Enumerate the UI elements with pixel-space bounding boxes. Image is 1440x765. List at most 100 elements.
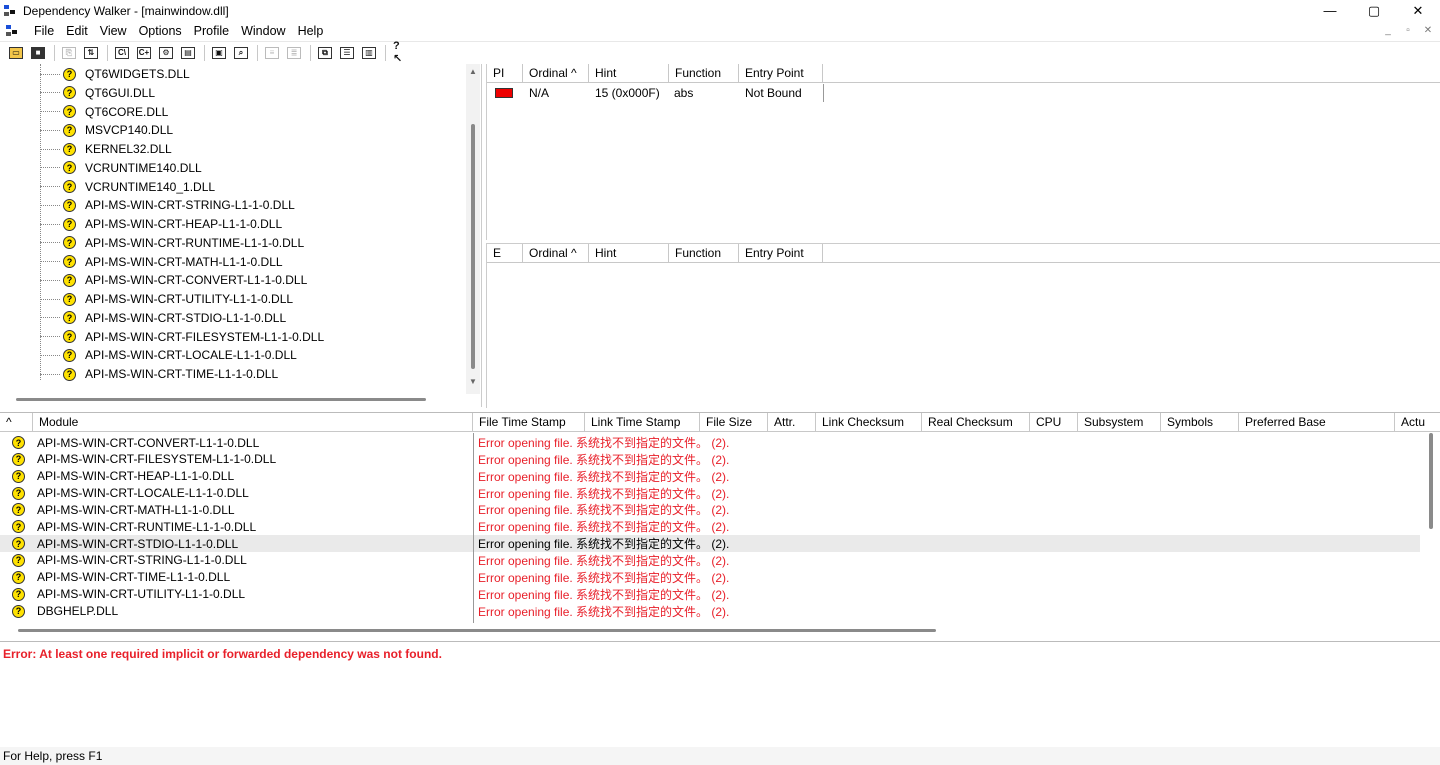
tree-item[interactable]: ? API-MS-WIN-CRT-RUNTIME-L1-1-0.DLL [40,234,304,252]
tree-item[interactable]: ? VCRUNTIME140.DLL [40,159,202,177]
table-row[interactable]: ? API-MS-WIN-CRT-CONVERT-L1-1-0.DLL Error … [0,434,1420,451]
undecorate-c-icon[interactable]: C\ [112,44,132,62]
tree-item[interactable]: ? VCRUNTIME140_1.DLL [40,178,215,196]
module-name[interactable]: API-MS-WIN-CRT-STRING-L1-1-0.DLL [37,552,247,569]
col-header-attr[interactable]: Attr. [768,413,816,432]
cascade-icon[interactable]: ⧉ [315,44,335,62]
col-header-e[interactable]: E [487,244,523,263]
import-hint[interactable]: 15 (0x000F) [595,84,660,102]
col-header-file-time-stamp[interactable]: File Time Stamp [473,413,585,432]
minimize-button[interactable]: — [1308,0,1352,21]
table-row[interactable]: ? API-MS-WIN-CRT-FILESYSTEM-L1-1-0.DLL Err… [0,451,1420,468]
full-paths-icon[interactable]: ⇅ [81,44,101,62]
table-row[interactable]: ? API-MS-WIN-CRT-UTILITY-L1-1-0.DLL Error … [0,586,1420,603]
module-name[interactable]: API-MS-WIN-CRT-FILESYSTEM-L1-1-0.DLL [37,451,276,468]
collapse-icon[interactable]: ≣ [284,44,304,62]
dependency-tree-pane[interactable]: ? QT6WIDGETS.DLL? QT6GUI.DLL? QT6CORE.DLL? M… [0,64,482,407]
tree-item[interactable]: ? API-MS-WIN-CRT-CONVERT-L1-1-0.DLL [40,271,307,289]
module-scroll-thumb[interactable] [1429,433,1433,529]
tree-horizontal-scrollbar[interactable] [16,398,426,401]
scroll-up-icon[interactable]: ▲ [469,67,477,76]
col-header-hint[interactable]: Hint [589,244,669,263]
import-entry-point[interactable]: Not Bound [745,84,802,102]
tree-item[interactable]: ? API-MS-WIN-CRT-STDIO-L1-1-0.DLL [40,309,286,327]
col-header-pi[interactable]: PI [487,64,523,83]
tree-item[interactable]: ? QT6GUI.DLL [40,84,155,102]
menu-window[interactable]: Window [235,24,291,38]
tree-item[interactable]: ? QT6WIDGETS.DLL [40,65,190,83]
import-ordinal[interactable]: N/A [529,84,549,102]
module-vertical-scrollbar[interactable] [1424,433,1438,623]
tree-item[interactable]: ? API-MS-WIN-CRT-UTILITY-L1-1-0.DLL [40,290,293,308]
module-name[interactable]: API-MS-WIN-CRT-RUNTIME-L1-1-0.DLL [37,518,256,535]
table-row[interactable]: ? API-MS-WIN-CRT-HEAP-L1-1-0.DLL Error ope… [0,468,1420,485]
undecorate-cpp-icon[interactable]: C+ [134,44,154,62]
menu-view[interactable]: View [94,24,133,38]
copy-icon[interactable]: ⎘ [59,44,79,62]
col-header-entry-point[interactable]: Entry Point [739,244,823,263]
menu-edit[interactable]: Edit [60,24,94,38]
maximize-button[interactable]: ▢ [1352,0,1396,21]
save-icon[interactable]: ■ [28,44,48,62]
menu-profile[interactable]: Profile [188,24,235,38]
col-header-ordinal[interactable]: Ordinal ^ [523,64,589,83]
col-header-subsystem[interactable]: Subsystem [1078,413,1161,432]
profile-icon[interactable]: ⚙ [156,44,176,62]
module-name[interactable]: API-MS-WIN-CRT-STDIO-L1-1-0.DLL [37,535,238,552]
col-header-real-checksum[interactable]: Real Checksum [922,413,1030,432]
open-icon[interactable]: ▭ [6,44,26,62]
expand-icon[interactable]: ≡ [262,44,282,62]
table-row[interactable]: ? API-MS-WIN-CRT-LOCALE-L1-1-0.DLL Error o… [0,485,1420,502]
module-name[interactable]: DBGHELP.DLL [37,603,118,620]
close-button[interactable]: ✕ [1396,0,1440,21]
menu-options[interactable]: Options [133,24,188,38]
export-functions-pane[interactable]: E Ordinal ^ Hint Function Entry Point [486,243,1440,408]
module-name[interactable]: API-MS-WIN-CRT-MATH-L1-1-0.DLL [37,501,235,518]
module-horizontal-scrollbar[interactable] [18,629,936,632]
col-header-function[interactable]: Function [669,244,739,263]
col-header-file-size[interactable]: File Size [700,413,768,432]
mdi-document-icon[interactable] [6,25,22,37]
system-info-icon[interactable]: ▣ [209,44,229,62]
mdi-restore-button[interactable]: ▫ [1400,23,1416,37]
tree-item[interactable]: ? API-MS-WIN-CRT-FILESYSTEM-L1-1-0.DLL [40,328,324,346]
find-icon[interactable]: ⌕ [231,44,251,62]
tree-item[interactable]: ? API-MS-WIN-CRT-LOCALE-L1-1-0.DLL [40,346,297,364]
module-name[interactable]: API-MS-WIN-CRT-TIME-L1-1-0.DLL [37,569,230,586]
table-row[interactable]: ? API-MS-WIN-CRT-STDIO-L1-1-0.DLL Error op… [0,535,1420,553]
help-icon[interactable]: ?↖ [390,40,410,65]
tree-item[interactable]: ? KERNEL32.DLL [40,140,172,158]
mdi-close-button[interactable]: ✕ [1420,23,1436,37]
col-header-entry-point[interactable]: Entry Point [739,64,823,83]
table-row[interactable]: ? API-MS-WIN-CRT-RUNTIME-L1-1-0.DLL Error … [0,518,1420,535]
module-list-pane[interactable]: ^ Module File Time Stamp Link Time Stamp… [0,412,1440,637]
module-name[interactable]: API-MS-WIN-CRT-CONVERT-L1-1-0.DLL [37,434,259,451]
tree-item[interactable]: ? API-MS-WIN-CRT-STRING-L1-1-0.DLL [40,196,295,214]
table-row[interactable]: ? API-MS-WIN-CRT-MATH-L1-1-0.DLL Error ope… [0,501,1420,518]
col-header-link-checksum[interactable]: Link Checksum [816,413,922,432]
menu-help[interactable]: Help [292,24,330,38]
tile-vertical-icon[interactable]: ▥ [359,44,379,62]
tree-item[interactable]: ? API-MS-WIN-CRT-MATH-L1-1-0.DLL [40,253,283,271]
import-function[interactable]: abs [674,84,693,102]
tile-horizontal-icon[interactable]: ☰ [337,44,357,62]
col-header-link-time-stamp[interactable]: Link Time Stamp [585,413,700,432]
col-header-ordinal[interactable]: Ordinal ^ [523,244,589,263]
properties-icon[interactable]: ▤ [178,44,198,62]
col-header-sort[interactable]: ^ [0,413,33,432]
table-row[interactable]: ? API-MS-WIN-CRT-TIME-L1-1-0.DLL Error ope… [0,569,1420,586]
col-header-cpu[interactable]: CPU [1030,413,1078,432]
menu-file[interactable]: File [28,24,60,38]
col-header-module[interactable]: Module [33,413,473,432]
tree-item[interactable]: ? API-MS-WIN-CRT-TIME-L1-1-0.DLL [40,365,278,383]
tree-item[interactable]: ? API-MS-WIN-CRT-HEAP-L1-1-0.DLL [40,215,282,233]
tree-vertical-scrollbar[interactable]: ▲ ▼ [466,64,480,394]
mdi-minimize-button[interactable]: _ [1380,23,1396,37]
col-header-hint[interactable]: Hint [589,64,669,83]
col-header-symbols[interactable]: Symbols [1161,413,1239,432]
col-header-function[interactable]: Function [669,64,739,83]
module-name[interactable]: API-MS-WIN-CRT-UTILITY-L1-1-0.DLL [37,586,245,603]
scroll-down-icon[interactable]: ▼ [469,377,477,386]
import-functions-pane[interactable]: PI Ordinal ^ Hint Function Entry Point N… [486,64,1440,240]
tree-item[interactable]: ? QT6CORE.DLL [40,103,168,121]
